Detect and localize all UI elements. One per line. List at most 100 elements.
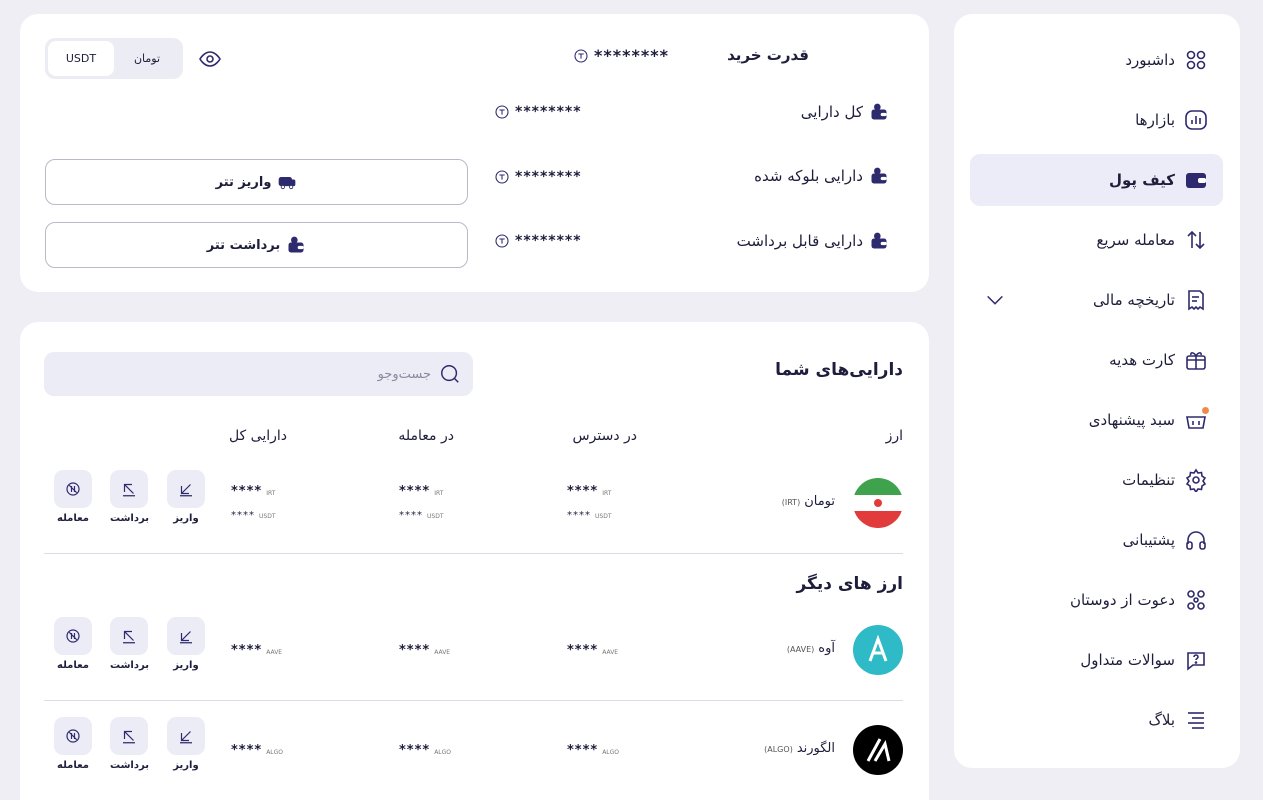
arrow-down-left-icon[interactable]	[167, 717, 205, 755]
sidebar-item-label: داشبورد	[1125, 51, 1175, 69]
other-currencies-title: ارز های دیگر	[796, 574, 903, 594]
arrow-up-left-icon[interactable]	[110, 470, 148, 508]
available-value: **** ALGO	[567, 743, 620, 758]
sidebar-item-label: معامله سریع	[1096, 231, 1175, 249]
withdraw-action[interactable]: برداشت	[110, 617, 149, 671]
total-sub-value: **** USDT	[231, 510, 276, 521]
tether-icon	[574, 48, 588, 63]
sidebar-item-faq[interactable]: سوالات متداول	[970, 634, 1223, 686]
sidebar-item-suggested-basket[interactable]: سبد پیشنهادی	[970, 394, 1223, 446]
withdraw-action[interactable]: برداشت	[110, 470, 149, 524]
toggle-option-usdt[interactable]: USDT	[48, 41, 114, 76]
basket-icon	[1183, 407, 1209, 433]
column-header-available: در دسترس	[572, 428, 637, 444]
tether-icon	[495, 105, 509, 119]
trade-disabled-icon[interactable]	[54, 717, 92, 755]
withdrawable-assets-label: دارایی قابل برداشت	[737, 231, 889, 251]
currency-toggle[interactable]: USDT تومان	[45, 38, 183, 79]
blocked-assets-label: دارایی بلوکه شده	[754, 166, 889, 186]
sidebar-item-label: بازارها	[1135, 111, 1175, 129]
withdraw-action[interactable]: برداشت	[110, 717, 149, 771]
trade-disabled-icon[interactable]	[54, 617, 92, 655]
assets-title: دارایی‌های شما	[775, 360, 903, 380]
sidebar-item-label: بلاگ	[1148, 711, 1175, 729]
column-header-total: دارایی کل	[228, 428, 287, 444]
toggle-option-toman[interactable]: تومان	[114, 41, 180, 76]
iran-flag-icon	[853, 478, 903, 528]
in-trade-sub-value: **** USDT	[399, 510, 444, 521]
purchasing-power-value: ********	[573, 46, 669, 65]
in-trade-value: **** IRT	[399, 484, 444, 499]
sidebar-item-settings[interactable]: تنظیمات	[970, 454, 1223, 506]
blog-icon	[1183, 707, 1209, 733]
sidebar-item-label: کیف پول	[1109, 171, 1175, 189]
trade-action[interactable]: معامله	[54, 470, 92, 524]
purchasing-power-label: قدرت خرید	[727, 46, 809, 64]
wallet-coins-icon	[871, 103, 887, 120]
deposit-action[interactable]: واریز	[167, 617, 205, 671]
arrow-down-left-icon[interactable]	[167, 470, 205, 508]
balance-card: USDT تومان قدرت خرید ******** کل دارایی …	[20, 14, 929, 292]
sidebar-item-invite-friends[interactable]: دعوت از دوستان	[970, 574, 1223, 626]
trade-disabled-icon[interactable]	[54, 470, 92, 508]
wallet-icon	[1183, 167, 1209, 193]
sidebar-item-label: سوالات متداول	[1080, 651, 1175, 669]
divider	[44, 700, 903, 701]
sidebar-item-markets[interactable]: بازارها	[970, 94, 1223, 146]
sidebar-item-label: کارت هدیه	[1109, 351, 1175, 369]
divider	[44, 553, 903, 554]
total-assets-label: کل دارایی	[801, 102, 889, 122]
sidebar-item-financial-history[interactable]: تاریخچه مالی	[970, 274, 1223, 326]
withdraw-usdt-button[interactable]: برداشت تتر	[45, 222, 468, 268]
column-header-in-trade: در معامله	[398, 428, 454, 444]
grid-icon	[1183, 47, 1209, 73]
total-value: **** ALGO	[231, 743, 284, 758]
coin-name-algo: الگورند (ALGO)	[764, 741, 835, 756]
sidebar-item-label: دعوت از دوستان	[1069, 591, 1175, 609]
deposit-usdt-button[interactable]: واریز تتر	[45, 159, 468, 205]
wallet-coins-icon	[871, 167, 887, 184]
arrow-up-left-icon[interactable]	[110, 617, 148, 655]
assets-card: دارایی‌های شما ارز در دسترس در معامله دا…	[20, 322, 929, 800]
coin-name-toman: تومان (IRT)	[781, 494, 835, 509]
sidebar-item-dashboard[interactable]: داشبورد	[970, 34, 1223, 86]
tether-icon	[495, 234, 509, 248]
in-trade-value: **** ALGO	[399, 743, 452, 758]
available-sub-value: **** USDT	[567, 510, 612, 521]
available-value: **** IRT	[567, 484, 612, 499]
withdrawable-assets-value: ********	[494, 233, 582, 249]
aave-logo-icon	[853, 625, 903, 675]
chevron-down-icon[interactable]	[984, 289, 1006, 311]
deposit-action[interactable]: واریز	[167, 470, 205, 524]
sidebar-item-label: تاریخچه مالی	[1092, 291, 1175, 309]
arrow-up-left-icon[interactable]	[110, 717, 148, 755]
headphones-icon	[1183, 527, 1209, 553]
in-trade-value: **** AAVE	[399, 643, 451, 658]
sidebar-item-quick-trade[interactable]: معامله سریع	[970, 214, 1223, 266]
trade-action[interactable]: معامله	[54, 717, 92, 771]
sidebar-item-blog[interactable]: بلاگ	[970, 694, 1223, 746]
sidebar-item-support[interactable]: پشتیبانی	[970, 514, 1223, 566]
total-value: **** AAVE	[231, 643, 283, 658]
blocked-assets-value: ********	[494, 169, 582, 185]
eye-icon[interactable]	[198, 47, 222, 71]
receipt-icon	[1183, 287, 1209, 313]
coin-name-aave: آوه (AAVE)	[786, 641, 835, 656]
total-value: **** IRT	[231, 484, 276, 499]
total-assets-value: ********	[494, 104, 582, 120]
arrow-down-left-icon[interactable]	[167, 617, 205, 655]
sidebar-item-gift-card[interactable]: کارت هدیه	[970, 334, 1223, 386]
tether-icon	[495, 170, 509, 184]
deposit-action[interactable]: واریز	[167, 717, 205, 771]
search-box[interactable]	[44, 352, 473, 396]
question-icon	[1183, 647, 1209, 673]
sidebar-item-wallet[interactable]: کیف پول	[970, 154, 1223, 206]
trade-action[interactable]: معامله	[54, 617, 92, 671]
swap-arrows-icon	[1183, 227, 1209, 253]
column-header-currency: ارز	[885, 428, 903, 444]
search-input[interactable]	[71, 366, 431, 382]
sidebar-item-label: سبد پیشنهادی	[1088, 411, 1175, 429]
gear-icon	[1183, 467, 1209, 493]
chart-icon	[1183, 107, 1209, 133]
wallet-coins-icon	[288, 236, 304, 253]
